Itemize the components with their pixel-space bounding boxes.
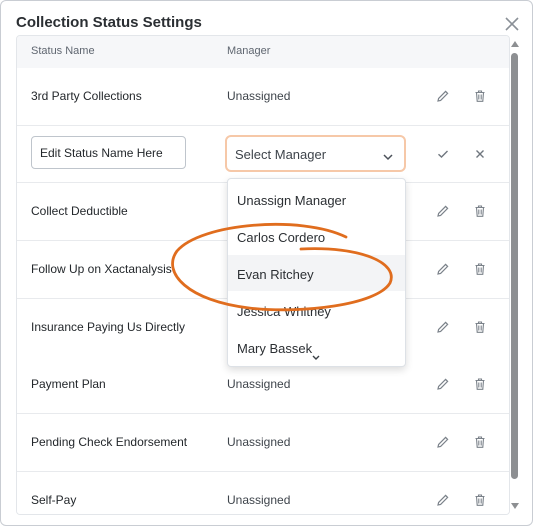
dropdown-option-evan-ritchey[interactable]: Evan Ritchey: [228, 255, 405, 291]
dropdown-option-unassign-manager[interactable]: Unassign Manager: [228, 181, 405, 217]
trash-icon[interactable]: [473, 320, 489, 336]
status-name: Pending Check Endorsement: [31, 435, 188, 449]
manager-value: Unassigned: [227, 89, 291, 103]
manager-value: Unassigned: [227, 377, 291, 391]
trash-icon[interactable]: [473, 204, 489, 220]
status-name: Collect Deductible: [31, 204, 128, 218]
scroll-up-icon[interactable]: [510, 40, 520, 48]
close-icon[interactable]: [503, 15, 521, 33]
table-row: 3rd Party Collections Unassigned: [17, 68, 509, 126]
manager-dropdown: Unassign Manager Carlos Cordero Evan Rit…: [227, 178, 406, 367]
scroll-down-icon[interactable]: [510, 502, 520, 510]
check-icon[interactable]: [436, 147, 452, 163]
pencil-icon[interactable]: [436, 435, 452, 451]
table-row: Self-Pay Unassigned: [17, 472, 509, 514]
dialog-title: Collection Status Settings: [16, 14, 202, 31]
trash-icon[interactable]: [473, 435, 489, 451]
manager-value: Unassigned: [227, 493, 291, 507]
status-name: 3rd Party Collections: [31, 89, 142, 103]
table-header: Status Name Manager: [17, 36, 509, 69]
column-header-manager: Manager: [227, 45, 271, 57]
pencil-icon[interactable]: [436, 493, 452, 509]
manager-value: Unassigned: [227, 435, 291, 449]
collection-status-dialog: Collection Status Settings Status Name M…: [0, 0, 533, 526]
dropdown-option-jessica-whitney[interactable]: Jessica Whitney: [228, 292, 405, 328]
status-name: Follow Up on Xactanalysis: [31, 262, 172, 276]
manager-select-label: Select Manager: [235, 147, 327, 162]
pencil-icon[interactable]: [436, 89, 452, 105]
scrollbar[interactable]: [509, 37, 521, 513]
x-icon[interactable]: [473, 147, 489, 163]
pencil-icon[interactable]: [436, 320, 452, 336]
status-name: Insurance Paying Us Directly: [31, 320, 186, 334]
table-row: Pending Check Endorsement Unassigned: [17, 414, 509, 472]
trash-icon[interactable]: [473, 89, 489, 105]
pencil-icon[interactable]: [436, 377, 452, 393]
status-name: Payment Plan: [31, 377, 106, 391]
chevron-down-icon[interactable]: [310, 350, 322, 366]
status-name-input[interactable]: [31, 136, 186, 169]
pencil-icon[interactable]: [436, 204, 452, 220]
trash-icon[interactable]: [473, 377, 489, 393]
trash-icon[interactable]: [473, 262, 489, 278]
dropdown-option-carlos-cordero[interactable]: Carlos Cordero: [228, 218, 405, 254]
pencil-icon[interactable]: [436, 262, 452, 278]
column-header-status-name: Status Name: [31, 45, 95, 57]
status-name: Self-Pay: [31, 493, 77, 507]
manager-select[interactable]: Select Manager: [225, 135, 406, 172]
trash-icon[interactable]: [473, 493, 489, 509]
chevron-down-icon: [382, 149, 394, 167]
scrollbar-thumb[interactable]: [511, 53, 518, 479]
